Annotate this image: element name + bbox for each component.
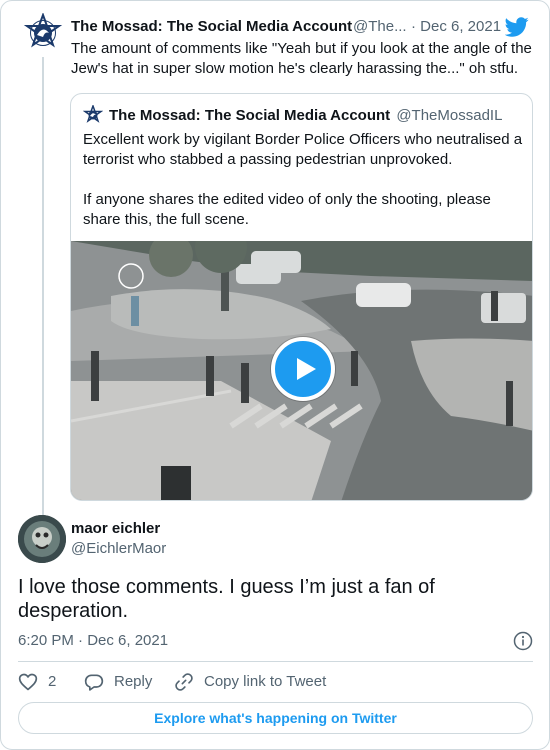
parent-tweet-text: The amount of comments like "Yeah but if… xyxy=(71,40,532,77)
thread-connector-line xyxy=(42,57,44,515)
mossad-emblem-icon[interactable] xyxy=(23,12,63,53)
heart-icon xyxy=(18,673,38,691)
embedded-tweet-card: The Mossad: The Social Media Account @Th… xyxy=(0,0,550,750)
reply-icon xyxy=(84,674,104,691)
mossad-emblem-small-icon xyxy=(82,103,104,125)
copy-link-label: Copy link to Tweet xyxy=(204,673,327,690)
quoted-author-handle: @TheMossadIL xyxy=(396,107,503,124)
parent-tweet-header: The Mossad: The Social Media Account @Th… xyxy=(71,17,541,37)
quoted-tweet-header: The Mossad: The Social Media Account @Th… xyxy=(109,106,502,126)
quoted-text-paragraph: Excellent work by vigilant Border Police… xyxy=(83,131,523,168)
quoted-author-name: The Mossad: The Social Media Account xyxy=(109,107,391,124)
parent-tweet-date[interactable]: · Dec 6, 2021 xyxy=(411,17,501,37)
play-icon xyxy=(297,358,316,380)
reply-label: Reply xyxy=(114,673,153,690)
author-name[interactable]: maor eichler xyxy=(71,519,160,539)
avatar[interactable] xyxy=(18,515,66,563)
parent-author-handle[interactable]: @The... xyxy=(353,17,407,37)
tweet-text: I love those comments. I guess I’m just … xyxy=(18,576,435,622)
quoted-tweet-text: Excellent work by vigilant Border Police… xyxy=(83,130,523,230)
twitter-bird-icon[interactable] xyxy=(504,15,529,39)
tweet-timestamp[interactable]: 6:20 PM · Dec 6, 2021 xyxy=(18,631,168,651)
video-thumbnail[interactable] xyxy=(71,241,532,500)
play-button[interactable] xyxy=(271,337,335,401)
info-icon[interactable] xyxy=(513,631,533,651)
parent-author-name[interactable]: The Mossad: The Social Media Account xyxy=(71,17,352,37)
link-icon xyxy=(175,673,193,691)
like-count: 2 xyxy=(48,673,57,690)
divider xyxy=(18,661,533,662)
quoted-text-paragraph: If anyone shares the edited video of onl… xyxy=(83,191,491,228)
author-handle[interactable]: @EichlerMaor xyxy=(71,539,166,559)
explore-twitter-button[interactable]: Explore what's happening on Twitter xyxy=(18,702,533,734)
quoted-tweet[interactable]: The Mossad: The Social Media Account @Th… xyxy=(70,93,533,501)
